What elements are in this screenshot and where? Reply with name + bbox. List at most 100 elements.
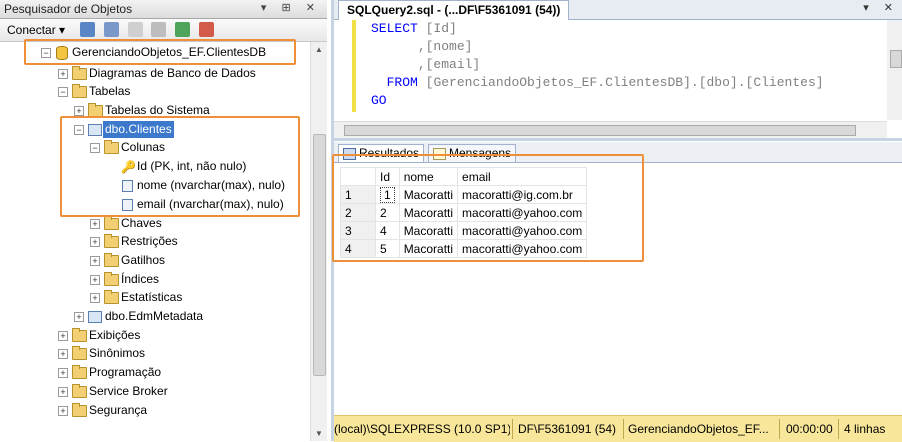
- code-line-1: SELECT [Id]: [371, 20, 824, 38]
- cell-email[interactable]: macoratti@yahoo.com: [457, 203, 588, 222]
- cell-email[interactable]: macoratti@ig.com.br: [457, 185, 588, 204]
- tree-node-column-nome[interactable]: nome (nvarchar(max), nulo): [0, 177, 300, 194]
- connect-button[interactable]: Conectar ▾: [7, 23, 65, 37]
- tree-node-views[interactable]: + Exibições: [0, 327, 300, 344]
- service-broker-label: Service Broker: [89, 384, 168, 398]
- scrollbar-thumb[interactable]: [313, 134, 326, 376]
- disconnect-icon[interactable]: [104, 22, 119, 37]
- tree-node-programming[interactable]: + Programação: [0, 364, 300, 381]
- scrollbar-thumb[interactable]: [344, 125, 856, 136]
- edm-table-label: dbo.EdmMetadata: [105, 309, 204, 323]
- identifier: [Clientes]: [745, 75, 824, 90]
- tree-node-statistics[interactable]: + Estatísticas: [0, 289, 300, 306]
- tree-node-synonyms[interactable]: + Sinônimos: [0, 345, 300, 362]
- cell-id[interactable]: 4: [375, 221, 400, 240]
- tree-node-tables[interactable]: − Tabelas: [0, 83, 300, 100]
- folder-icon: [72, 384, 87, 398]
- collapse-toggle[interactable]: −: [90, 143, 100, 153]
- messages-icon: [433, 148, 446, 160]
- expand-toggle[interactable]: +: [58, 69, 68, 79]
- cell-id[interactable]: 5: [375, 239, 400, 258]
- tree-node-service-broker[interactable]: + Service Broker: [0, 383, 300, 400]
- table-row[interactable]: 1 1 Macoratti macoratti@ig.com.br: [340, 185, 588, 204]
- tree-node-system-tables[interactable]: + Tabelas do Sistema: [0, 102, 300, 119]
- panel-window-buttons[interactable]: ▾ ⊞ ✕: [261, 1, 321, 14]
- cell-nome[interactable]: Macoratti: [398, 203, 459, 222]
- collapse-toggle[interactable]: −: [58, 87, 68, 97]
- expand-toggle[interactable]: +: [58, 331, 68, 341]
- tree-node-edm-table[interactable]: + dbo.EdmMetadata: [0, 308, 300, 325]
- row-number[interactable]: 2: [340, 203, 376, 222]
- tree-node-diagrams[interactable]: + Diagramas de Banco de Dados: [0, 65, 300, 82]
- query-document-tab[interactable]: SQLQuery2.sql - (...DF\F5361091 (54)): [338, 0, 570, 20]
- tree-node-constraints[interactable]: + Restrições: [0, 233, 300, 250]
- cell-id[interactable]: 1: [375, 185, 400, 204]
- synonyms-label: Sinônimos: [89, 346, 146, 360]
- expand-toggle[interactable]: +: [90, 256, 100, 266]
- summary-icon[interactable]: [199, 22, 214, 37]
- expand-toggle[interactable]: +: [74, 106, 84, 116]
- document-window-buttons[interactable]: ▾ ✕: [863, 1, 899, 14]
- tree-node-column-id[interactable]: 🔑 Id (PK, int, não nulo): [0, 158, 300, 175]
- tree-node-triggers[interactable]: + Gatilhos: [0, 252, 300, 269]
- header-row: Id nome email: [340, 167, 588, 186]
- cell-id-value: 1: [380, 186, 395, 203]
- expand-toggle[interactable]: +: [74, 312, 84, 322]
- expand-toggle[interactable]: +: [90, 293, 100, 303]
- cell-nome[interactable]: Macoratti: [398, 185, 459, 204]
- table-row[interactable]: 4 5 Macoratti macoratti@yahoo.com: [340, 239, 588, 258]
- cell-email[interactable]: macoratti@yahoo.com: [457, 239, 588, 258]
- column-icon: [122, 199, 133, 211]
- row-number[interactable]: 1: [340, 185, 376, 204]
- expand-toggle[interactable]: +: [58, 387, 68, 397]
- keyword-from: FROM: [386, 75, 418, 90]
- code-line-3: ,[email]: [371, 56, 824, 74]
- stop-icon[interactable]: [128, 22, 143, 37]
- cell-nome[interactable]: Macoratti: [398, 239, 459, 258]
- sql-editor[interactable]: SELECT [Id] ,[nome] ,[email] FROM [Geren…: [334, 20, 902, 120]
- folder-icon: [72, 365, 87, 379]
- expand-toggle[interactable]: +: [90, 237, 100, 247]
- expand-toggle[interactable]: +: [58, 349, 68, 359]
- splitter[interactable]: [334, 138, 902, 141]
- tree-node-security[interactable]: + Segurança: [0, 402, 300, 419]
- tree-node-clientes-table[interactable]: − dbo.Clientes: [0, 121, 300, 138]
- object-explorer-scrollbar[interactable]: ▲ ▼: [310, 42, 327, 441]
- tree-node-indexes[interactable]: + Índices: [0, 271, 300, 288]
- filter-icon[interactable]: [151, 22, 166, 37]
- collapse-toggle[interactable]: −: [41, 48, 51, 58]
- column-header-id[interactable]: Id: [375, 167, 400, 186]
- scroll-down-icon[interactable]: ▼: [315, 429, 323, 438]
- expand-toggle[interactable]: +: [90, 275, 100, 285]
- editor-horizontal-scrollbar[interactable]: [334, 121, 887, 138]
- results-grid: Id nome email 1 1 Macoratti macoratti@ig…: [332, 154, 902, 408]
- table-row[interactable]: 3 4 Macoratti macoratti@yahoo.com: [340, 221, 588, 240]
- cell-nome[interactable]: Macoratti: [398, 221, 459, 240]
- cell-id[interactable]: 2: [375, 203, 400, 222]
- tab-messages[interactable]: Mensagens: [428, 144, 517, 162]
- scroll-up-icon[interactable]: ▲: [315, 45, 323, 54]
- cell-email[interactable]: macoratti@yahoo.com: [457, 221, 588, 240]
- collapse-toggle[interactable]: −: [74, 125, 84, 135]
- column-header-nome[interactable]: nome: [398, 167, 459, 186]
- table-row[interactable]: 2 2 Macoratti macoratti@yahoo.com: [340, 203, 588, 222]
- column-header-email[interactable]: email: [457, 167, 588, 186]
- connect-icon[interactable]: [80, 22, 95, 37]
- row-number[interactable]: 3: [340, 221, 376, 240]
- editor-vertical-scrollbar[interactable]: [887, 20, 902, 120]
- tab-results[interactable]: Resultados: [338, 144, 425, 162]
- expand-toggle[interactable]: +: [90, 219, 100, 229]
- refresh-icon[interactable]: [175, 22, 190, 37]
- status-database: GerenciandoObjetos_EF...: [628, 422, 769, 436]
- status-divider: [623, 419, 624, 439]
- tree-node-database[interactable]: − GerenciandoObjetos_EF.ClientesDB: [0, 44, 300, 61]
- tree-node-column-email[interactable]: email (nvarchar(max), nulo): [0, 196, 300, 213]
- expand-toggle[interactable]: +: [58, 406, 68, 416]
- sql-code[interactable]: SELECT [Id] ,[nome] ,[email] FROM [Geren…: [371, 20, 824, 110]
- tree-node-columns[interactable]: − Colunas: [0, 139, 300, 156]
- expand-toggle[interactable]: +: [58, 368, 68, 378]
- tree-node-keys[interactable]: + Chaves: [0, 215, 300, 232]
- column-icon: [122, 180, 133, 192]
- row-number[interactable]: 4: [340, 239, 376, 258]
- scrollbar-thumb[interactable]: [890, 50, 902, 68]
